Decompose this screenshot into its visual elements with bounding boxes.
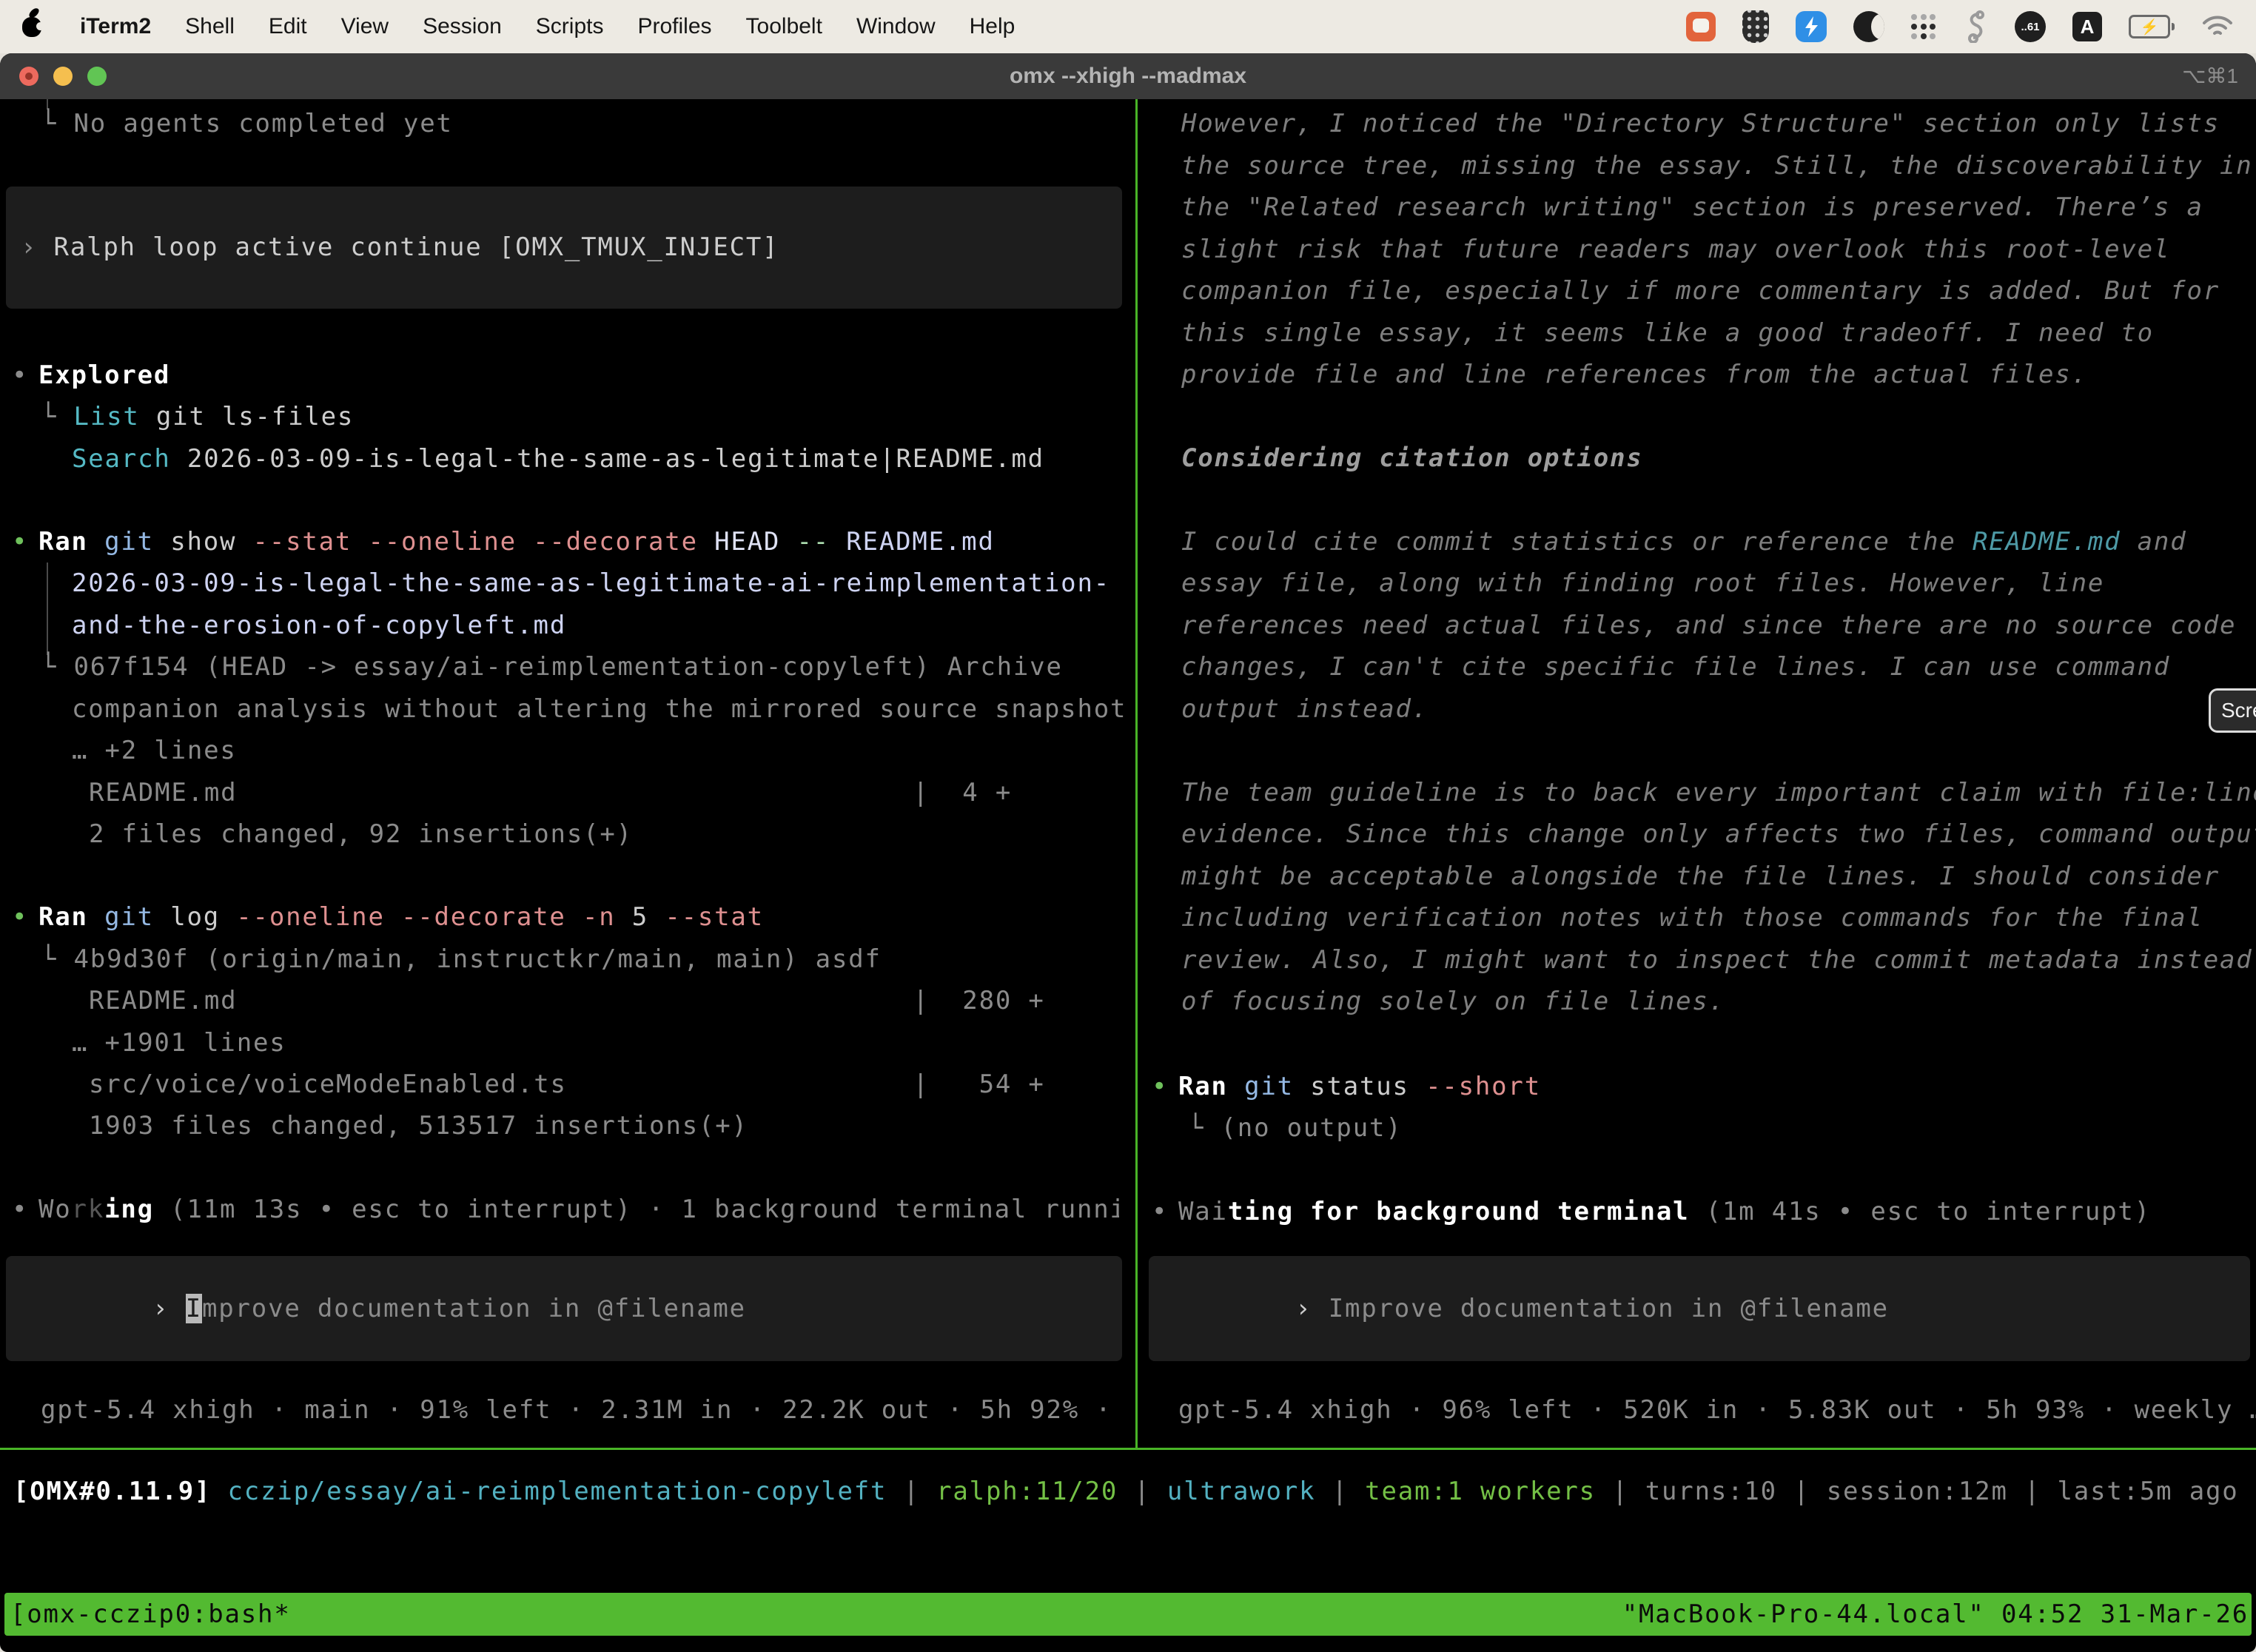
text-cursor: I — [186, 1294, 202, 1323]
reasoning-line: might be acceptable alongside the file l… — [1181, 861, 2220, 893]
blue-bolt-icon[interactable] — [1796, 11, 1827, 42]
reasoning-line: this single essay, it seems like a good … — [1181, 318, 2154, 349]
git-show-filename-1: 2026-03-09-is-legal-the-same-as-legitima… — [72, 568, 1110, 600]
git-status-no-output: └ (no output) — [1188, 1112, 1403, 1144]
git-show-output-1: └ 067f154 (HEAD -> essay/ai-reimplementa… — [41, 651, 1063, 683]
right-terminal-pane[interactable]: However, I noticed the "Directory Struct… — [1140, 99, 2256, 1448]
menubar-item-profiles[interactable]: Profiles — [637, 14, 711, 39]
git-show-output-2: companion analysis without altering the … — [72, 694, 1127, 725]
reasoning-line: However, I noticed the "Directory Struct… — [1181, 108, 2220, 140]
waiting-bullet: • — [1152, 1196, 1168, 1228]
git-log-output-1: └ 4b9d30f (origin/main, instructkr/main,… — [41, 944, 882, 976]
git-log-files-changed: 1903 files changed, 513517 insertions(+) — [89, 1110, 748, 1142]
screen-recording-icon[interactable] — [1686, 12, 1716, 41]
reasoning-heading: Considering citation options — [1181, 443, 1643, 474]
battery-percent-badge[interactable]: ..61 — [2015, 11, 2046, 42]
apple-logo-icon[interactable] — [22, 17, 41, 37]
reasoning-line: review. Also, I might want to inspect th… — [1181, 944, 2253, 976]
right-model-status: gpt-5.4 xhigh · 96% left · 520K in · 5.8… — [1178, 1394, 2256, 1426]
prompt-chevron: › — [1295, 1294, 1329, 1323]
left-terminal-pane[interactable]: └ No agents completed yet › Ralph loop a… — [0, 99, 1128, 1448]
git-status-command: Ran git status --short — [1178, 1071, 1541, 1103]
wifi-icon[interactable] — [2201, 14, 2234, 39]
reasoning-line: The team guideline is to back every impo… — [1181, 777, 2256, 809]
pane-divider[interactable] — [1135, 99, 1138, 1448]
reasoning-line: references need actual files, and since … — [1181, 610, 2236, 642]
menubar-item-help[interactable]: Help — [970, 14, 1015, 39]
reasoning-line: the source tree, missing the essay. Stil… — [1181, 150, 2253, 182]
left-prompt-text: mprove documentation in @filename — [202, 1294, 746, 1323]
git-log-stat-voice: src/voice/voiceModeEnabled.ts | 54 + — [89, 1069, 1045, 1101]
screen-notification-overlay[interactable]: Scre — [2209, 688, 2256, 733]
git-log-stat-readme: README.md | 280 + — [89, 985, 1045, 1017]
explored-search-line: Search 2026-03-09-is-legal-the-same-as-l… — [72, 443, 1044, 475]
squiggle-icon[interactable] — [1963, 10, 1988, 43]
git-show-stat-readme: README.md | 4 + — [89, 777, 1012, 809]
terminal-window: omx --xhigh --madmax ⌥⌘1 └ No agents com… — [0, 53, 2256, 1652]
reasoning-line: provide file and line references from th… — [1181, 359, 2088, 391]
git-show-ellipsis: … +2 lines — [72, 735, 237, 767]
reasoning-line: companion file, especially if more comme… — [1181, 275, 2220, 307]
left-prompt-input[interactable]: › Improve documentation in @filename — [6, 1256, 1122, 1361]
explored-bullet: • — [12, 360, 28, 392]
reasoning-line: the "Related research writing" section i… — [1181, 192, 2203, 224]
right-prompt-input[interactable]: › Improve documentation in @filename — [1149, 1256, 2250, 1361]
git-log-ellipsis: … +1901 lines — [72, 1027, 286, 1059]
git-log-command: Ran git log --oneline --decorate -n 5 --… — [38, 901, 764, 933]
window-title: omx --xhigh --madmax — [0, 53, 2256, 99]
reasoning-line: evidence. Since this change only affects… — [1181, 819, 2256, 850]
menubar-item-session[interactable]: Session — [423, 14, 502, 39]
working-status-line: Working (11m 13s • esc to interrupt) · 1… — [38, 1194, 1119, 1226]
git-show-command: Ran git show --stat --oneline --decorate… — [38, 526, 995, 558]
reasoning-line: output instead. — [1181, 694, 1429, 725]
left-model-status: gpt-5.4 xhigh · main · 91% left · 2.31M … — [41, 1394, 1128, 1426]
crescent-app-icon[interactable] — [1853, 11, 1884, 42]
window-shortcut-badge: ⌥⌘1 — [2182, 53, 2238, 99]
status-separator-line — [0, 1448, 2256, 1450]
git-show-filename-2: and-the-erosion-of-copyleft.md — [72, 610, 566, 642]
working-bullet: • — [12, 1194, 28, 1226]
ralph-loop-line: › Ralph loop active continue [OMX_TMUX_I… — [21, 232, 779, 263]
menubar-app-name[interactable]: iTerm2 — [80, 14, 151, 39]
menubar-item-window[interactable]: Window — [856, 14, 936, 39]
tmux-host-clock: "MacBook-Pro-44.local" 04:52 31-Mar-26 — [1622, 1599, 2249, 1631]
git-status-bullet: • — [1152, 1071, 1168, 1103]
reasoning-line: essay file, along with finding root file… — [1181, 568, 2104, 600]
reasoning-line: I could cite commit statistics or refere… — [1181, 526, 2186, 558]
shield-grid-icon[interactable] — [1742, 10, 1769, 43]
no-agents-line: └ No agents completed yet — [41, 108, 453, 140]
ralph-loop-box[interactable]: › Ralph loop active continue [OMX_TMUX_I… — [6, 187, 1122, 309]
waiting-status-line: Waiting for background terminal (1m 41s … — [1178, 1196, 2151, 1228]
reasoning-line: including verification notes with those … — [1181, 902, 2203, 934]
battery-icon[interactable]: ⚡ — [2129, 15, 2175, 38]
right-prompt-text: Improve documentation in @filename — [1329, 1294, 1889, 1323]
reasoning-line: changes, I can't cite specific file line… — [1181, 651, 2170, 683]
screen-notification-text: Scre — [2221, 699, 2256, 722]
git-log-bullet: • — [12, 901, 28, 933]
menubar-item-edit[interactable]: Edit — [269, 14, 307, 39]
tmux-status-bar: [omx-cczip0:bash* "MacBook-Pro-44.local"… — [4, 1593, 2252, 1636]
tmux-session-label: [omx-cczip0:bash* — [10, 1599, 291, 1631]
a-app-badge[interactable]: A — [2072, 12, 2102, 41]
menubar-item-scripts[interactable]: Scripts — [536, 14, 604, 39]
menubar: iTerm2 Shell Edit View Session Scripts P… — [0, 0, 2256, 53]
menubar-item-shell[interactable]: Shell — [185, 14, 235, 39]
reasoning-line: slight risk that future readers may over… — [1181, 234, 2170, 266]
dots-grid-icon[interactable] — [1911, 14, 1936, 39]
explored-title: Explored — [38, 360, 170, 392]
menubar-item-toolbelt[interactable]: Toolbelt — [746, 14, 822, 39]
explored-list-line: └ List git ls-files — [41, 401, 354, 433]
menubar-item-view[interactable]: View — [341, 14, 389, 39]
reasoning-line: of focusing solely on file lines. — [1181, 986, 1725, 1018]
window-titlebar[interactable]: omx --xhigh --madmax ⌥⌘1 — [0, 53, 2256, 99]
git-show-bullet: • — [12, 526, 28, 558]
omx-status-bar: [OMX#0.11.9] cczip/essay/ai-reimplementa… — [13, 1476, 2239, 1508]
prompt-chevron: › — [152, 1294, 186, 1323]
tree-guide — [47, 563, 48, 655]
git-show-files-changed: 2 files changed, 92 insertions(+) — [89, 819, 633, 850]
